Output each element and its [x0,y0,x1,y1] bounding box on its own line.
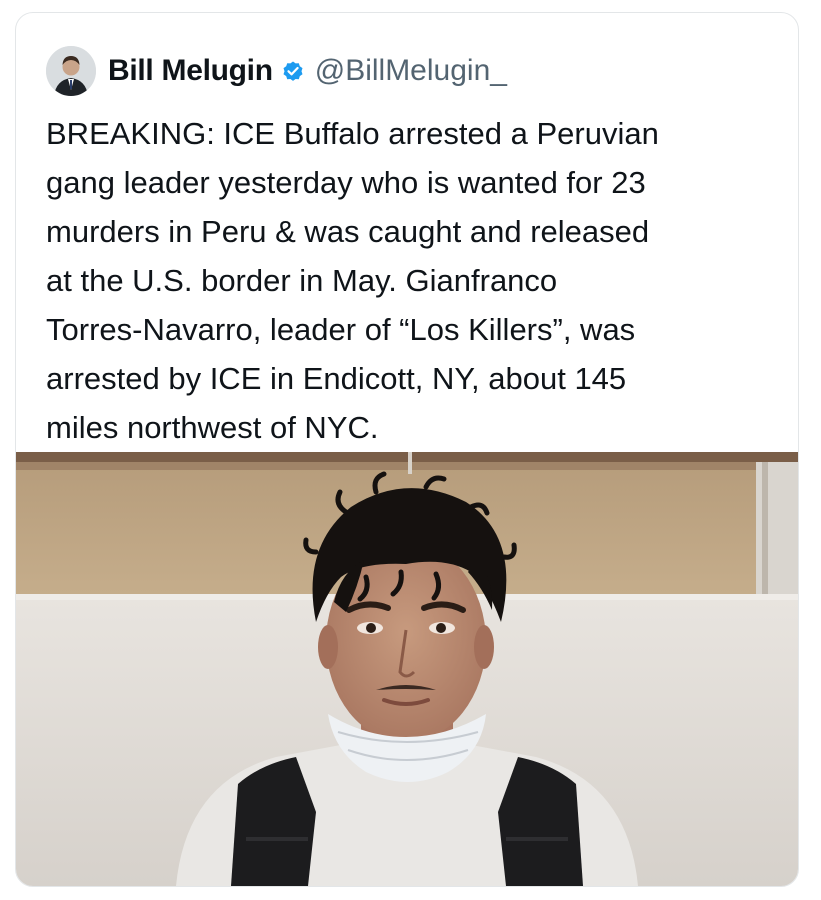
verified-badge-icon [281,59,305,83]
tweet-photo[interactable] [16,452,798,886]
tweet-text: BREAKING: ICE Buffalo arrested a Peruvia… [46,116,659,445]
author-display-name[interactable]: Bill Melugin [108,54,273,88]
tweet-card: Bill Melugin @BillMelugin_ BREAKING: ICE… [15,12,799,887]
tweet-header: Bill Melugin @BillMelugin_ [46,43,507,99]
author-handle[interactable]: @BillMelugin_ [315,54,507,88]
profile-avatar-icon[interactable] [46,46,96,96]
